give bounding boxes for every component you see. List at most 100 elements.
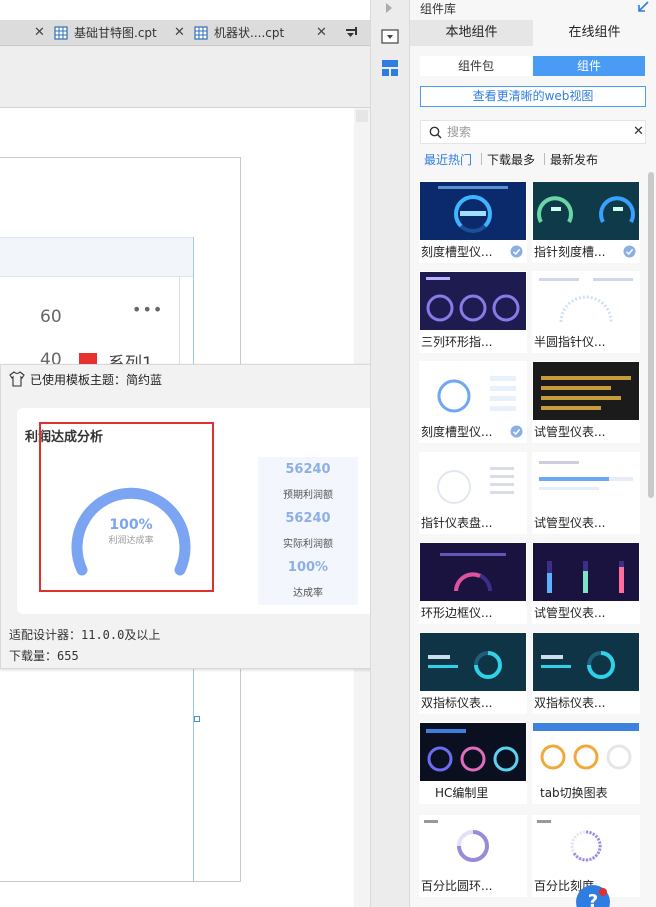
stat-value: 56240: [285, 511, 331, 526]
stat-label: 实际利润额: [283, 539, 333, 550]
stat-value: 100%: [287, 560, 329, 575]
component-thumbnail: [533, 723, 639, 781]
component-thumbnail: [533, 543, 639, 601]
component-card[interactable]: 刻度槽型仪...: [419, 181, 527, 263]
tab-component-packages[interactable]: 组件包: [420, 56, 532, 76]
component-card[interactable]: HC编制里: [419, 722, 527, 804]
stats-panel: 56240 预期利润额 56240 实际利润额 100% 达成率: [258, 457, 358, 605]
component-name: 试管型仪表...: [534, 516, 606, 530]
component-thumbnail: [420, 816, 526, 874]
component-thumbnail: [420, 633, 526, 691]
tab-label: 机器状....cpt: [214, 26, 285, 40]
panel-scrollbar[interactable]: [648, 172, 654, 498]
collapse-arrow-icon[interactable]: [384, 2, 394, 14]
scroll-up-arrow[interactable]: [356, 110, 368, 122]
download-count: 下载量：655: [9, 649, 79, 663]
component-type-toggle: 组件包 组件: [420, 56, 645, 76]
component-name: 百分比圆环...: [421, 879, 493, 893]
component-name: 刻度槽型仪...: [421, 425, 493, 439]
component-card[interactable]: 刻度槽型仪...: [419, 361, 527, 443]
component-name: 指针仪表盘...: [421, 516, 493, 530]
tab-gantt-file[interactable]: 基础甘特图.cpt: [52, 20, 170, 46]
library-tabs: 本地组件 在线组件: [410, 20, 656, 46]
notification-dot: [599, 888, 607, 896]
tab-components[interactable]: 组件: [533, 56, 645, 76]
expand-arrow-icon[interactable]: [636, 0, 650, 14]
installed-check-icon: [623, 245, 636, 258]
widget-toggle-icon[interactable]: [380, 28, 400, 46]
component-preview-popup: 已使用模板主题：简约蓝 利润达成分析 100% 利润达成率 56240 预期利润…: [0, 364, 409, 669]
component-thumbnail: [420, 453, 526, 511]
installed-check-icon: [510, 245, 523, 258]
component-name: 试管型仪表...: [534, 606, 606, 620]
component-thumbnail: [533, 272, 639, 330]
component-name: HC编制里: [435, 786, 489, 800]
tab-online-components[interactable]: 在线组件: [533, 20, 656, 46]
tab-label: 基础甘特图.cpt: [74, 26, 157, 40]
component-thumbnail: [533, 633, 639, 691]
chart-axis-value: 60: [40, 307, 62, 327]
filter-newest[interactable]: 最新发布: [550, 151, 598, 168]
component-card[interactable]: tab切换图表: [532, 722, 640, 804]
panel-title: 组件库: [420, 2, 457, 16]
component-name: 试管型仪表...: [534, 425, 606, 439]
search-box: ✕: [420, 120, 646, 144]
file-tab-bar: ✕ 基础甘特图.cpt ✕ 机器状....cpt ✕: [0, 20, 370, 46]
report-file-icon: [54, 26, 68, 40]
search-icon: [429, 126, 442, 139]
component-name: 三列环形指...: [421, 335, 493, 349]
component-name: 指针刻度槽...: [534, 245, 606, 259]
component-card[interactable]: 试管型仪表...: [532, 361, 640, 443]
highlight-box: [39, 422, 214, 592]
more-options-icon[interactable]: •••: [132, 300, 163, 319]
component-thumbnail: [533, 453, 639, 511]
component-name: tab切换图表: [540, 786, 608, 800]
web-view-button[interactable]: 查看更清晰的web视图: [420, 86, 646, 107]
component-thumbnail: [420, 723, 526, 781]
component-card[interactable]: 半圆指针仪...: [532, 271, 640, 353]
component-card[interactable]: 试管型仪表...: [532, 452, 640, 534]
clear-search-icon[interactable]: ✕: [633, 124, 644, 139]
component-thumbnail: [420, 543, 526, 601]
stat-label: 预期利润额: [283, 490, 333, 501]
component-library-panel: 组件库 本地组件 在线组件 组件包 组件 查看更清晰的web视图 ✕ 最近热门 …: [410, 0, 656, 907]
tab-machine-file[interactable]: 机器状....cpt: [192, 20, 312, 46]
stat-label: 达成率: [293, 588, 323, 599]
side-toolbar: [370, 0, 410, 907]
component-thumbnail: [533, 362, 639, 420]
component-card[interactable]: 三列环形指...: [419, 271, 527, 353]
filter-divider: [544, 153, 545, 165]
component-thumbnail: [420, 362, 526, 420]
report-file-icon: [194, 26, 208, 40]
component-card[interactable]: 试管型仪表...: [532, 542, 640, 624]
component-card[interactable]: 环形边框仪...: [419, 542, 527, 624]
component-name: 双指标仪表...: [534, 696, 606, 710]
component-card[interactable]: 双指标仪表...: [532, 632, 640, 714]
component-thumbnail: [420, 182, 526, 240]
component-card[interactable]: 指针刻度槽...: [532, 181, 640, 263]
stat-value: 56240: [285, 462, 331, 477]
selection-resize-handle[interactable]: [194, 716, 200, 722]
installed-check-icon: [510, 425, 523, 438]
component-card[interactable]: 百分比圆环...: [419, 815, 527, 897]
search-input[interactable]: [447, 123, 617, 141]
filter-most-downloaded[interactable]: 下载最多: [487, 151, 535, 168]
filter-divider: [481, 153, 482, 165]
component-card[interactable]: 指针仪表盘...: [419, 452, 527, 534]
shirt-icon: [9, 371, 25, 387]
component-card[interactable]: 双指标仪表...: [419, 632, 527, 714]
component-name: 环形边框仪...: [421, 606, 493, 620]
filter-recent-hot[interactable]: 最近热门: [424, 151, 472, 168]
tab-local-components[interactable]: 本地组件: [410, 20, 533, 46]
component-library-icon[interactable]: [380, 58, 400, 78]
compatibility-info: 适配设计器：11.0.0及以上: [9, 628, 161, 642]
component-thumbnail: [533, 816, 639, 874]
component-name: 半圆指针仪...: [534, 335, 606, 349]
tab-list-menu-icon[interactable]: [344, 24, 360, 42]
component-name: 双指标仪表...: [421, 696, 493, 710]
component-name: 刻度槽型仪...: [421, 245, 493, 259]
component-card[interactable]: 百分比刻度...: [532, 815, 640, 897]
component-thumbnail: [533, 182, 639, 240]
report-header-band: [0, 237, 194, 277]
theme-label: 已使用模板主题：简约蓝: [30, 373, 163, 387]
